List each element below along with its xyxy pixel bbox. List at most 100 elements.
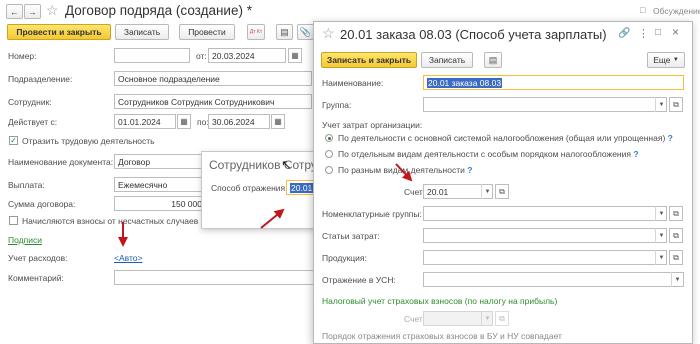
name-value: 20.01 заказа 08.03 [427,77,503,88]
usn-dropdown-button[interactable]: ▼ [671,272,683,287]
back-button[interactable]: ← [6,4,23,19]
dialog-more-button[interactable]: Еще ▼ [647,52,685,68]
dialog-favorite-star-icon[interactable]: ☆ [322,25,335,42]
products-dropdown-button[interactable]: ▼ [655,250,667,265]
nomenclature-field[interactable] [423,206,667,221]
comment-field[interactable] [114,270,314,285]
radio-main-tax-label: По деятельности с основной системой нало… [338,133,673,143]
radio-main-tax[interactable] [325,134,333,142]
dialog-title: 20.01 заказа 08.03 (Способ учета зарплат… [340,27,607,42]
link-icon[interactable]: 🔗 [618,28,630,39]
chevron-down-icon: ▼ [672,57,679,63]
report-button[interactable]: ▤ [276,24,293,40]
document-icon: ▤ [488,54,498,65]
group-field[interactable] [423,97,667,112]
doc-name-field[interactable]: Договор [114,154,206,169]
products-label: Продукция: [322,253,367,263]
nomenclature-open-button[interactable]: ⧉ [669,206,683,221]
radio-special-tax[interactable] [325,150,333,158]
comment-label: Комментарий: [8,273,64,283]
products-open-button[interactable]: ⧉ [669,250,683,265]
payment-label: Выплата: [8,180,45,190]
usn-field[interactable] [423,272,684,287]
number-label: Номер: [8,51,37,61]
account-dropdown-button[interactable]: ▼ [481,184,493,199]
attach-button[interactable]: 📎 [297,24,314,40]
amount-value: 150 000 [171,198,202,209]
group-label: Группа: [322,100,352,110]
account-open-button[interactable]: ⧉ [495,184,509,199]
valid-to-calendar-button[interactable]: ▦ [271,114,285,129]
post-button[interactable]: Провести [179,24,235,40]
employee-field[interactable]: Сотрудников Сотрудник Сотрудникович [114,94,312,109]
account2-open-button: ⧉ [495,311,509,326]
contributions-label: Начисляются взносы от несчастных случаев [22,216,199,226]
name-label: Наименование: [322,78,384,88]
employee-label: Сотрудник: [8,97,52,107]
to-label: по: [197,117,209,127]
dialog-save-button[interactable]: Записать [421,52,473,68]
reflect-label: Отразить трудовую деятельность [22,136,155,146]
tax-header: Учет затрат организации: [322,120,423,130]
forward-button[interactable]: → [24,4,41,19]
group-open-button[interactable]: ⧉ [669,97,683,112]
contributions-checkbox[interactable] [9,216,18,225]
help-icon[interactable]: ? [633,149,638,159]
dialog-save-close-button[interactable]: Записать и закрыть [321,52,417,68]
reflect-checkbox[interactable]: ✓ [9,136,18,145]
radio-various[interactable] [325,166,333,174]
account-label: Счет: [404,187,426,197]
division-field[interactable]: Основное подразделение [114,71,312,86]
division-label: Подразделение: [8,74,73,84]
calendar-button[interactable]: ▦ [288,48,302,63]
maximize-icon[interactable]: □ [655,27,661,38]
payment-field[interactable]: Ежемесячно [114,177,206,192]
expense-label: Учет расходов: [8,253,68,263]
date-field[interactable]: 20.03.2024 [208,48,286,63]
cost-items-label: Статьи затрат: [322,231,380,241]
doc-name-label: Наименование документа: [8,157,114,167]
main-window-title: Договор подряда (создание) * [65,3,252,18]
help-icon[interactable]: ? [668,133,673,143]
radio-various-label: По разным видам деятельности ? [338,165,473,175]
footer-note: Порядок отражения страховых взносов в БУ… [322,331,562,341]
mid-dialog: Сотрудников Сотру Способ отражения: 20.0… [201,151,326,229]
account2-label: Счет: [404,314,426,324]
dtkt-icon: Дт Кт [249,28,263,35]
cost-items-field[interactable] [423,228,667,243]
insurance-header: Налоговый учет страховых взносов (по нал… [322,296,558,306]
save-button[interactable]: Записать [115,24,169,40]
valid-from-calendar-button[interactable]: ▦ [177,114,191,129]
usn-label: Отражение в УСН: [322,275,396,285]
from-label: от: [196,51,207,61]
number-field[interactable] [114,48,190,63]
discussion-icon[interactable]: □ [640,5,645,15]
paperclip-icon: 📎 [299,26,312,37]
radio-special-tax-label: По отдельным видам деятельности с особым… [338,149,639,159]
discussion-link[interactable]: Обсуждение [653,6,700,16]
products-field[interactable] [423,250,667,265]
cost-items-open-button[interactable]: ⧉ [669,228,683,243]
dialog-doc-button[interactable]: ▤ [484,52,502,68]
nomenclature-label: Номенклатурные группы: [322,209,422,219]
post-and-close-button[interactable]: Провести и закрыть [7,24,111,40]
mouse-cursor-icon: ↖ [281,157,292,172]
menu-dots-icon[interactable]: ⋮ [638,27,649,40]
mid-method-label: Способ отражения: [211,183,288,193]
favorite-star-icon[interactable]: ☆ [46,2,59,19]
mid-dialog-title: Сотрудников Сотру [209,158,317,172]
help-icon[interactable]: ? [467,165,472,175]
more-label: Еще [653,55,671,65]
expense-auto-link[interactable]: <Авто> [114,253,142,263]
cost-items-dropdown-button[interactable]: ▼ [655,228,667,243]
valid-from-field[interactable]: 01.01.2024 [114,114,176,129]
nomenclature-dropdown-button[interactable]: ▼ [655,206,667,221]
close-icon[interactable]: × [672,25,679,39]
account2-dropdown-button: ▼ [481,311,493,326]
valid-to-field[interactable]: 30.06.2024 [208,114,270,129]
dt-kt-button[interactable]: Дт Кт [247,24,265,40]
name-field[interactable]: 20.01 заказа 08.03 [423,75,684,90]
group-dropdown-button[interactable]: ▼ [655,97,667,112]
signatures-link[interactable]: Подписи [8,235,42,245]
amount-field[interactable]: 150 000 [114,196,206,211]
